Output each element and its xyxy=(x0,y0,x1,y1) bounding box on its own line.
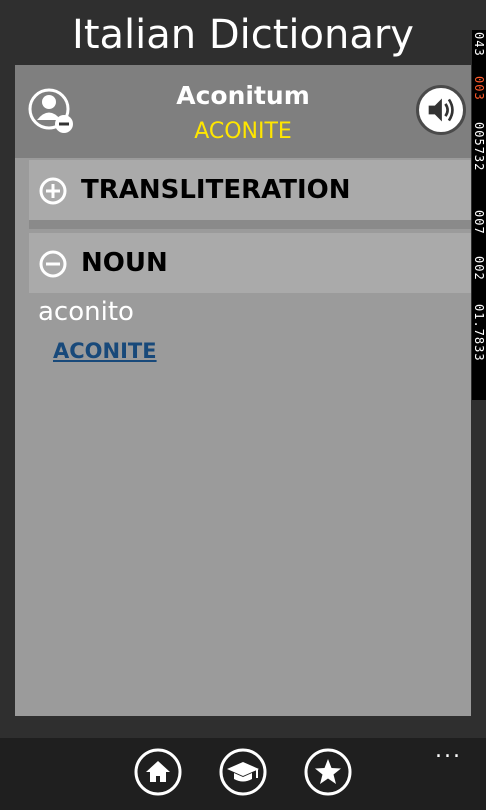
entry-translation: ACONITE xyxy=(194,119,292,144)
debug-value: 003 xyxy=(472,76,486,101)
entry-header: Aconitum ACONITE xyxy=(15,65,471,158)
debug-value: 002 xyxy=(472,256,486,281)
app-bar: ... xyxy=(0,738,486,810)
debug-counters: 043 003 005732 007 002 01.7833 xyxy=(472,30,486,400)
section-label: NOUN xyxy=(81,248,168,278)
section-divider xyxy=(29,220,471,229)
noun-link[interactable]: ACONITE xyxy=(53,337,157,365)
speaker-icon[interactable] xyxy=(416,85,466,135)
noun-meaning: aconito xyxy=(38,297,134,327)
dictionary-panel: Aconitum ACONITE TRANSLITERATION NOUN ac… xyxy=(15,65,471,716)
plus-icon[interactable] xyxy=(39,177,67,205)
home-icon[interactable] xyxy=(134,748,182,796)
debug-value: 01.7833 xyxy=(472,304,486,362)
minus-icon[interactable] xyxy=(39,250,67,278)
debug-value: 043 xyxy=(472,32,486,57)
study-icon[interactable] xyxy=(219,748,267,796)
section-label: TRANSLITERATION xyxy=(81,175,351,205)
section-noun[interactable]: NOUN xyxy=(29,233,471,293)
app-title: Italian Dictionary xyxy=(72,12,414,58)
debug-value: 007 xyxy=(472,210,486,235)
debug-value: 005732 xyxy=(472,122,486,172)
entry-word: Aconitum xyxy=(176,81,310,110)
section-transliteration[interactable]: TRANSLITERATION xyxy=(29,160,471,220)
favorites-icon[interactable] xyxy=(304,748,352,796)
more-options-button[interactable]: ... xyxy=(435,738,462,763)
